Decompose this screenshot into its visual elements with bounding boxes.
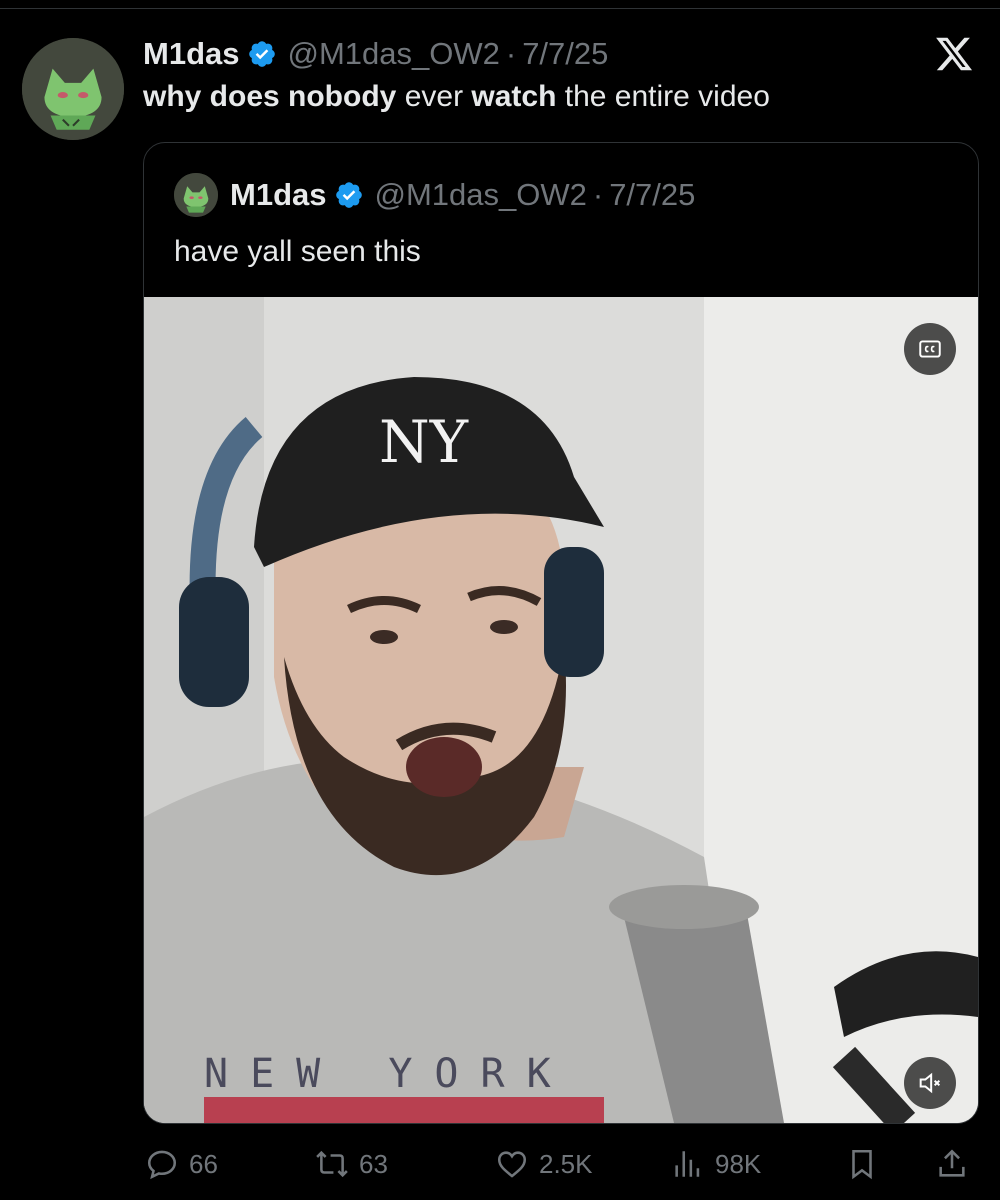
quoted-tweet[interactable]: M1das @M1das_OW2 · 7/7/25 have yall seen… [143, 142, 979, 1124]
quoted-header: M1das @M1das_OW2 · 7/7/25 [174, 173, 695, 217]
mute-button[interactable] [904, 1057, 956, 1109]
shirt-text: NEW YORK [204, 1051, 573, 1097]
quoted-author-avatar [174, 173, 218, 217]
repost-count: 63 [359, 1148, 388, 1179]
action-bar: 66 63 2.5K 98K [143, 1140, 977, 1188]
tweet-text-part: the entire video [556, 80, 770, 113]
repost-icon [316, 1150, 348, 1178]
separator: · [592, 177, 604, 212]
share-button[interactable] [935, 1140, 979, 1188]
quoted-date: 7/7/25 [609, 177, 696, 212]
video-frame: NY NEW YORK [144, 297, 978, 1123]
repost-button[interactable]: 63 [315, 1140, 388, 1188]
like-icon [497, 1151, 527, 1178]
verified-badge-icon [247, 39, 277, 69]
top-divider [0, 8, 1000, 9]
x-logo-icon [932, 34, 976, 74]
reply-button[interactable]: 66 [145, 1140, 218, 1188]
tweet-header: M1das @M1das_OW2 · 7/7/25 [143, 32, 608, 76]
tweet-date[interactable]: 7/7/25 [522, 36, 608, 72]
view-count: 98K [715, 1148, 762, 1179]
separator: · [505, 36, 517, 71]
bookmark-icon [852, 1149, 872, 1180]
volume-muted-icon [919, 1072, 941, 1094]
reply-icon [147, 1150, 177, 1180]
verified-badge-icon [334, 180, 364, 210]
tweet-text-part: ever [396, 80, 472, 113]
quoted-author-handle: @M1das_OW2 [374, 177, 587, 212]
like-count: 2.5K [539, 1148, 593, 1179]
author-handle[interactable]: @M1das_OW2 [287, 36, 499, 72]
closed-captions-icon [919, 340, 941, 358]
video-player[interactable]: NY NEW YORK [144, 297, 978, 1123]
views-button[interactable]: 98K [671, 1140, 761, 1188]
views-icon [675, 1151, 700, 1177]
quoted-author-name: M1das [230, 177, 327, 212]
closed-captions-button[interactable] [904, 323, 956, 375]
quoted-text: have yall seen this [174, 235, 421, 268]
cap-logo: NY [379, 408, 469, 476]
share-icon [939, 1149, 965, 1177]
reply-count: 66 [189, 1148, 218, 1179]
tweet-text-part: watch [471, 80, 557, 113]
tweet-text-part: why does nobody [143, 80, 397, 113]
bookmark-button[interactable] [845, 1140, 889, 1188]
author-name[interactable]: M1das [143, 36, 239, 72]
author-avatar[interactable] [22, 38, 124, 140]
like-button[interactable]: 2.5K [495, 1140, 593, 1188]
tweet-text: why does nobody ever watch the entire vi… [143, 80, 770, 114]
